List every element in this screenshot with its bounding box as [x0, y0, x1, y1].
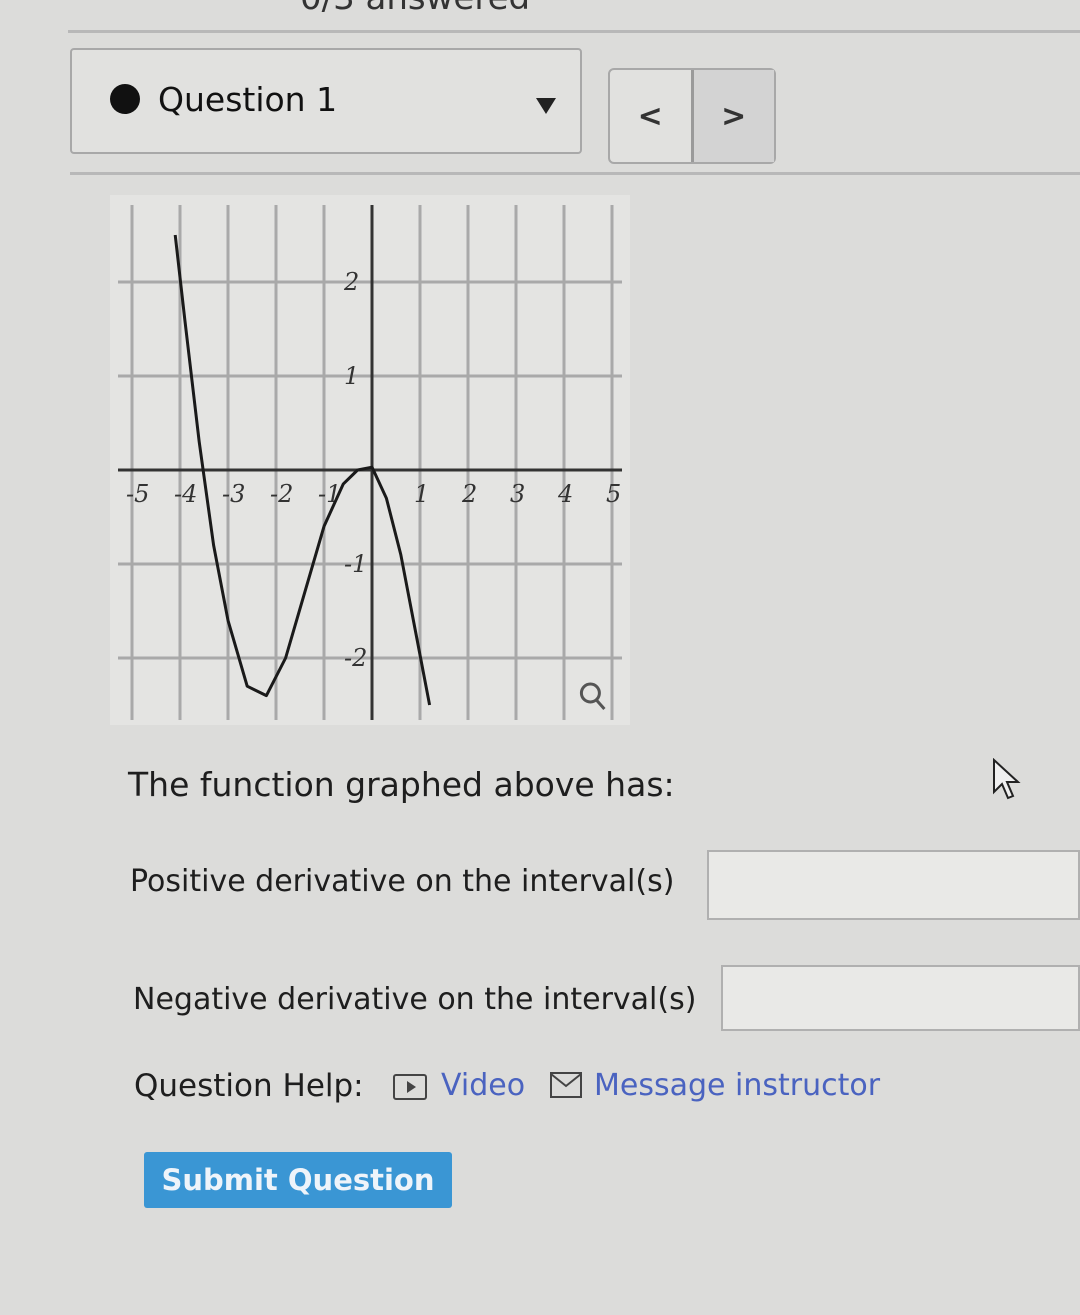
positive-derivative-input[interactable]	[707, 850, 1080, 920]
x-tick-label: -2	[270, 480, 293, 508]
divider-top	[68, 30, 1080, 33]
y-tick-label: 1	[344, 362, 359, 390]
function-graph: -5 -4 -3 -2 -1 1 2 3 4 521-1-2	[110, 195, 630, 725]
prev-question-button[interactable]: <	[610, 70, 694, 162]
positive-derivative-label: Positive derivative on the interval(s)	[130, 864, 675, 899]
question-help-label: Question Help:	[134, 1068, 364, 1104]
x-tick-label: 2	[461, 480, 477, 508]
negative-derivative-label: Negative derivative on the interval(s)	[133, 982, 697, 1017]
x-tick-label: -5	[126, 480, 149, 508]
status-dot-icon	[110, 84, 140, 114]
mail-icon[interactable]	[550, 1072, 582, 1098]
y-tick-label: -1	[344, 550, 367, 578]
video-icon[interactable]	[393, 1074, 427, 1100]
question-nav: < >	[608, 68, 776, 164]
video-link[interactable]: Video	[441, 1068, 525, 1103]
x-tick-label: 1	[414, 480, 429, 508]
submit-question-button[interactable]: Submit Question	[144, 1152, 452, 1208]
x-tick-label: 4	[557, 480, 573, 508]
y-tick-label: -2	[344, 644, 367, 672]
status-text: 0/3 answered	[300, 0, 530, 18]
x-tick-label: -4	[174, 480, 197, 508]
graph-background	[110, 195, 630, 725]
question-prompt: The function graphed above has:	[128, 765, 675, 804]
x-tick-label: 5	[606, 480, 621, 508]
negative-derivative-input[interactable]	[721, 965, 1080, 1031]
message-instructor-link[interactable]: Message instructor	[594, 1068, 880, 1103]
x-tick-label: 3	[510, 480, 525, 508]
mouse-cursor-icon	[993, 758, 1021, 800]
question-select[interactable]: Question 1	[70, 48, 582, 154]
x-tick-label: -3	[222, 480, 245, 508]
dropdown-arrow-icon	[536, 98, 556, 114]
question-label: Question 1	[158, 80, 338, 119]
next-question-button[interactable]: >	[693, 70, 774, 162]
divider-bottom	[70, 172, 1080, 175]
y-tick-label: 2	[343, 268, 359, 296]
